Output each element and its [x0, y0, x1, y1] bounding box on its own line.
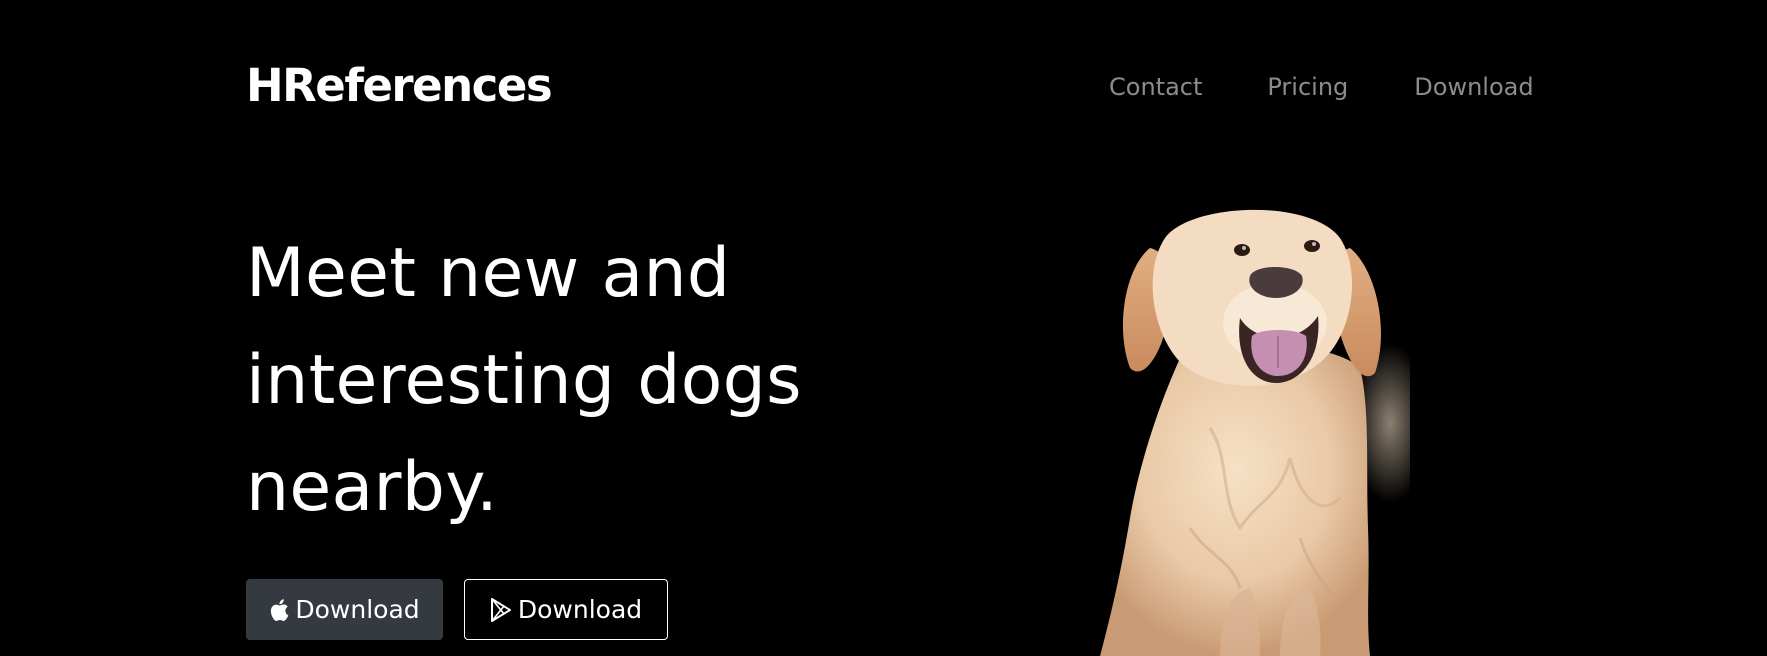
navbar: HReferences Contact Pricing Download [0, 0, 1767, 175]
apple-download-button[interactable]: Download [246, 579, 443, 640]
hero-title-line-3: nearby. [246, 448, 498, 527]
google-play-download-button[interactable]: Download [464, 579, 668, 640]
hero-title: Meet new and interesting dogs nearby. [246, 220, 886, 541]
apple-icon [269, 598, 289, 622]
nav-link-contact[interactable]: Contact [1109, 70, 1202, 104]
google-play-icon [490, 597, 512, 623]
google-play-download-label: Download [517, 595, 643, 624]
nav-links: Contact Pricing Download [1109, 70, 1534, 104]
hero-title-line-2: interesting dogs [246, 341, 802, 420]
apple-download-label: Download [295, 595, 420, 624]
nav-link-download[interactable]: Download [1414, 70, 1533, 104]
golden-retriever-illustration [1070, 198, 1430, 656]
download-buttons: Download Download [246, 579, 668, 640]
nav-link-pricing[interactable]: Pricing [1267, 70, 1348, 104]
hero-title-line-1: Meet new and [246, 234, 731, 313]
brand-logo[interactable]: HReferences [246, 56, 553, 116]
